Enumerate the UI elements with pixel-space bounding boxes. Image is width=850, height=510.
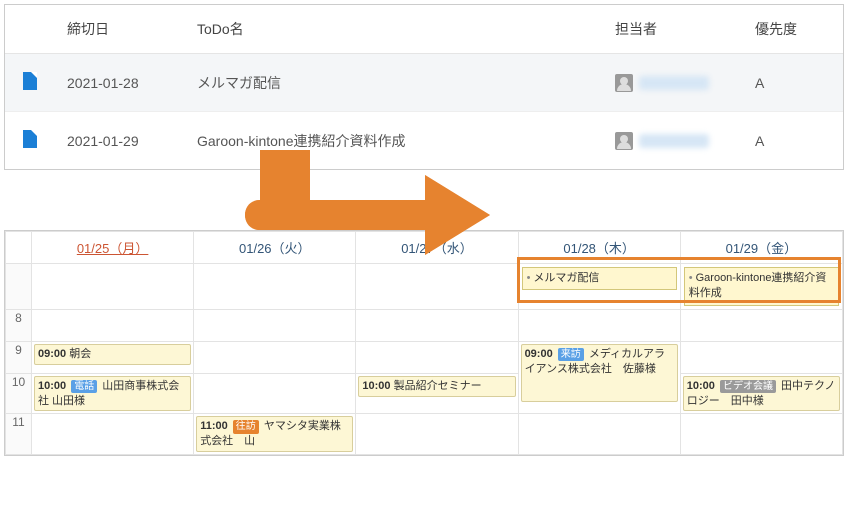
tag-video: ビデオ会議 [720,380,776,394]
assignee-name-redacted [639,134,709,148]
event-time: 10:00 [38,380,66,392]
hour-row: 8 [6,309,843,341]
arrow-icon [200,150,490,270]
col-header-deadline[interactable]: 締切日 [55,5,185,54]
allday-cell[interactable] [356,264,518,310]
todo-chip[interactable]: •メルマガ配信 [522,267,677,290]
time-cell[interactable] [194,309,356,341]
time-cell[interactable] [194,373,356,414]
time-cell[interactable] [680,414,842,455]
allday-cell[interactable] [194,264,356,310]
hour-row: 11 11:00 往訪 ヤマシタ実業株式会社 山 [6,414,843,455]
allday-cell[interactable]: •Garoon-kintone連携紹介資料作成 [680,264,842,310]
event[interactable]: 10:00 製品紹介セミナー [358,376,515,397]
tag-visit: 往訪 [233,420,259,434]
cell-priority: A [743,112,843,170]
avatar-icon [615,74,633,92]
col-header-icon [5,5,55,54]
hour-cell: 11 [6,414,32,455]
cell-priority: A [743,54,843,112]
hour-cell: 8 [6,309,32,341]
time-cell[interactable] [194,341,356,373]
event[interactable]: 09:00 朝会 [34,344,191,365]
cell-assignee [603,54,743,112]
todo-panel: 締切日 ToDo名 担当者 優先度 2021-01-28 メルマガ配信 A 20… [4,4,844,170]
cell-assignee [603,112,743,170]
todo-chip-label: メルマガ配信 [533,272,599,284]
event-time: 09:00 [525,348,553,360]
todo-chip-label: Garoon-kintone連携紹介資料作成 [689,272,827,299]
col-header-name[interactable]: ToDo名 [185,5,603,54]
time-cell[interactable]: 10:00 製品紹介セミナー [356,373,518,414]
allday-row: •メルマガ配信 •Garoon-kintone連携紹介資料作成 [6,264,843,310]
tag-incoming: 来訪 [558,348,584,362]
arrow-zone [0,170,850,230]
time-cell[interactable]: 09:00 朝会 [32,341,194,373]
event[interactable]: 11:00 往訪 ヤマシタ実業株式会社 山 [196,416,353,452]
time-cell[interactable]: 10:00 ビデオ会議 田中テクノロジー 田中様 [680,373,842,414]
hour-cell: 9 [6,341,32,373]
allday-cell[interactable] [32,264,194,310]
document-icon [23,130,37,148]
todo-table: 締切日 ToDo名 担当者 優先度 2021-01-28 メルマガ配信 A 20… [5,5,843,169]
event[interactable]: 10:00 ビデオ会議 田中テクノロジー 田中様 [683,376,840,412]
time-cell[interactable]: 11:00 往訪 ヤマシタ実業株式会社 山 [194,414,356,455]
day-header[interactable]: 01/28（木） [518,232,680,264]
hour-header [6,232,32,264]
avatar-icon [615,132,633,150]
table-row[interactable]: 2021-01-28 メルマガ配信 A [5,54,843,112]
time-cell[interactable] [356,309,518,341]
hour-row: 9 09:00 朝会 09:00 来訪 メディカルアライアンス株式会社 佐藤様 [6,341,843,373]
allday-cell[interactable]: •メルマガ配信 [518,264,680,310]
event-title: 製品紹介セミナー [394,380,482,392]
time-cell[interactable] [356,341,518,373]
event[interactable]: 09:00 来訪 メディカルアライアンス株式会社 佐藤様 [521,344,678,402]
col-header-priority[interactable]: 優先度 [743,5,843,54]
event-time: 11:00 [200,420,228,432]
time-cell[interactable]: 10:00 電話 山田商事株式会社 山田様 [32,373,194,414]
col-header-assignee[interactable]: 担当者 [603,5,743,54]
day-header[interactable]: 01/29（金） [680,232,842,264]
event-time: 09:00 [38,348,66,360]
event[interactable]: 10:00 電話 山田商事株式会社 山田様 [34,376,191,412]
hour-row: 10 10:00 電話 山田商事株式会社 山田様 10:00 製品紹介セミナー … [6,373,843,414]
assignee-name-redacted [639,76,709,90]
time-cell[interactable]: 09:00 来訪 メディカルアライアンス株式会社 佐藤様 [518,341,680,414]
time-cell[interactable] [32,309,194,341]
time-cell[interactable] [356,414,518,455]
cell-title: メルマガ配信 [185,54,603,112]
event-time: 10:00 [362,380,390,392]
tag-phone: 電話 [71,380,97,394]
time-cell[interactable] [680,341,842,373]
cell-deadline: 2021-01-29 [55,112,185,170]
time-cell[interactable] [680,309,842,341]
day-header[interactable]: 01/25（月） [32,232,194,264]
event-time: 10:00 [687,380,715,392]
time-cell[interactable] [518,414,680,455]
cell-deadline: 2021-01-28 [55,54,185,112]
event-title: 朝会 [69,348,91,360]
hour-cell: 10 [6,373,32,414]
todo-chip[interactable]: •Garoon-kintone連携紹介資料作成 [684,267,839,306]
document-icon [23,72,37,90]
time-cell[interactable] [518,309,680,341]
hour-cell [6,264,32,310]
time-cell[interactable] [32,414,194,455]
